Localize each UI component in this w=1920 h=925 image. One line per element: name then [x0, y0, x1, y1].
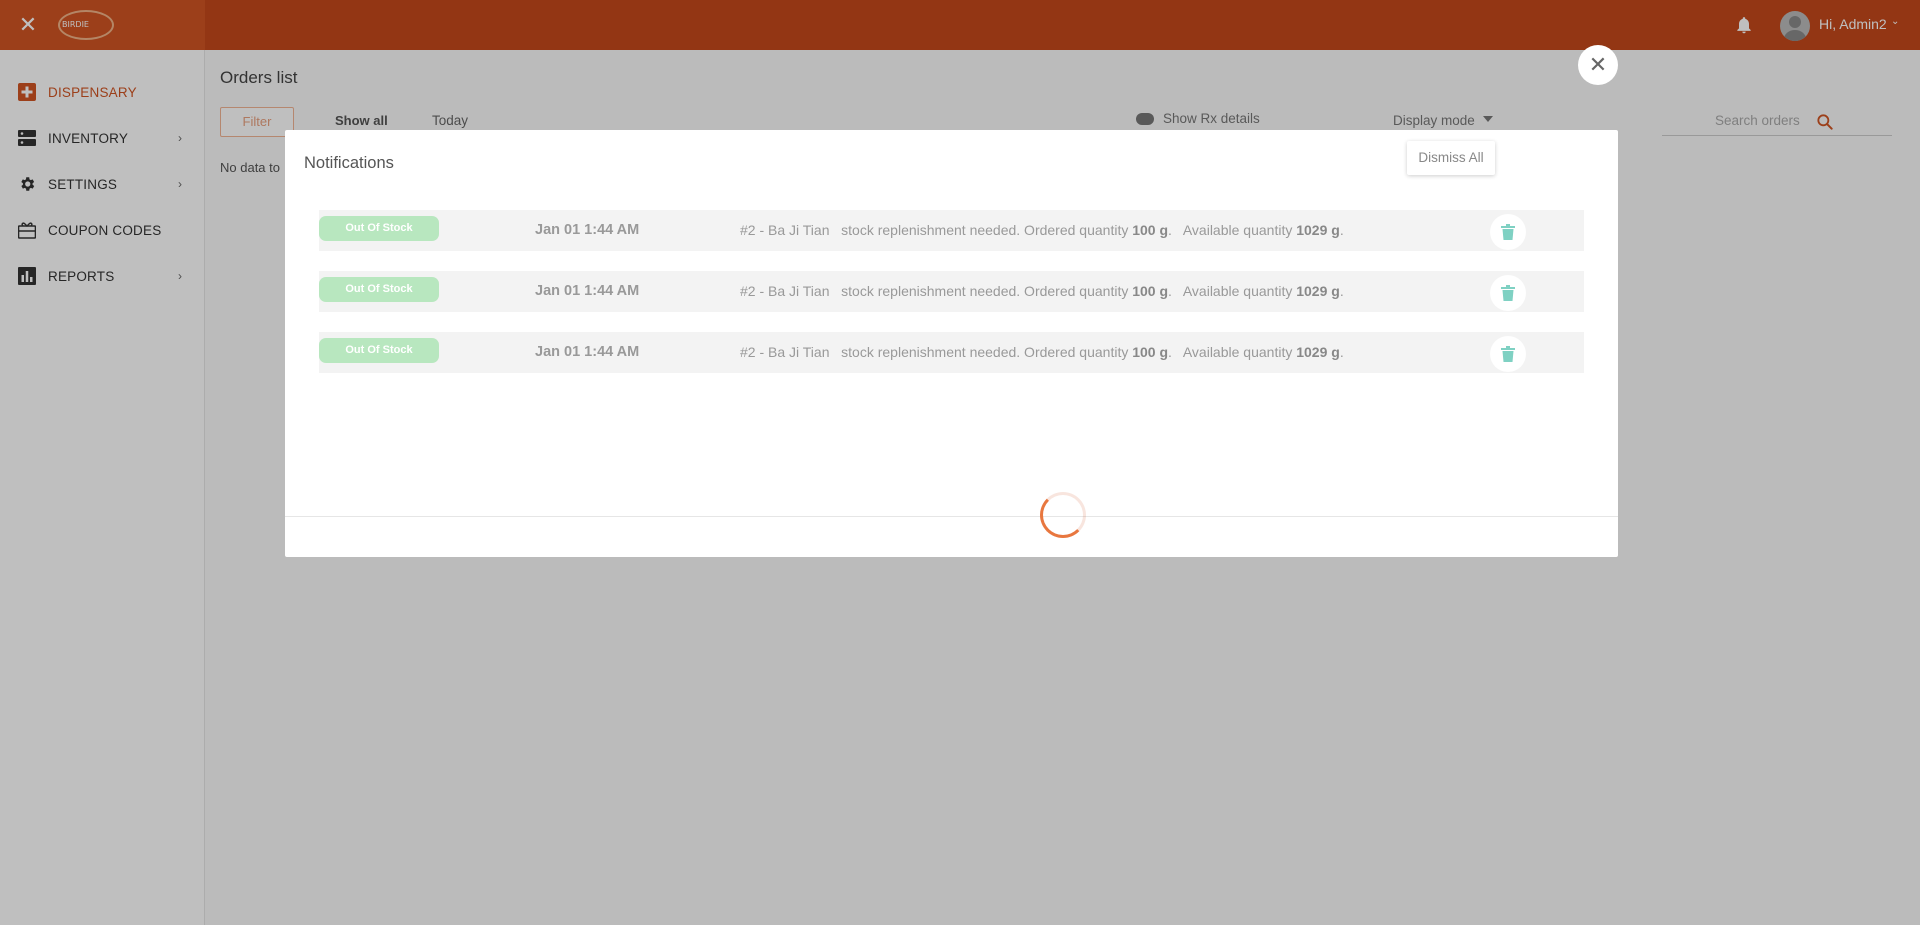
notification-ref: #2 - Ba Ji Tian — [740, 344, 830, 360]
available-quantity: 1029 g — [1296, 222, 1340, 238]
notification-text: Available quantity — [1182, 222, 1293, 238]
available-quantity: 1029 g — [1296, 344, 1340, 360]
notification-ref: #2 - Ba Ji Tian — [740, 222, 830, 238]
trash-icon — [1501, 346, 1515, 362]
status-badge: Out Of Stock — [319, 216, 439, 241]
notification-row: Out Of Stock Jan 01 1:44 AM #2 - Ba Ji T… — [319, 210, 1584, 251]
trash-icon — [1501, 224, 1515, 240]
trash-icon — [1501, 285, 1515, 301]
ordered-quantity: 100 g — [1132, 283, 1169, 299]
delete-notification-button[interactable] — [1490, 214, 1526, 250]
notifications-modal: Notifications Dismiss All Out Of Stock J… — [285, 130, 1618, 557]
notification-text: Available quantity — [1182, 344, 1293, 360]
notification-text: stock replenishment needed. Ordered quan… — [841, 283, 1129, 299]
modal-footer-divider — [285, 516, 1618, 517]
notification-message: #2 - Ba Ji Tian stock replenishment need… — [740, 344, 1344, 360]
delete-notification-button[interactable] — [1490, 336, 1526, 372]
notification-time: Jan 01 1:44 AM — [535, 222, 640, 238]
dismiss-all-button[interactable]: Dismiss All — [1407, 141, 1495, 175]
notification-row: Out Of Stock Jan 01 1:44 AM #2 - Ba Ji T… — [319, 271, 1584, 312]
ordered-quantity: 100 g — [1132, 344, 1169, 360]
close-icon[interactable]: ✕ — [1578, 45, 1618, 85]
notification-time: Jan 01 1:44 AM — [535, 283, 640, 299]
delete-notification-button[interactable] — [1490, 275, 1526, 311]
notification-time: Jan 01 1:44 AM — [535, 344, 640, 360]
loading-spinner — [1040, 492, 1086, 538]
status-badge: Out Of Stock — [319, 277, 439, 302]
notification-text: stock replenishment needed. Ordered quan… — [841, 222, 1129, 238]
modal-title: Notifications — [304, 154, 394, 172]
available-quantity: 1029 g — [1296, 283, 1340, 299]
notification-row: Out Of Stock Jan 01 1:44 AM #2 - Ba Ji T… — [319, 332, 1584, 373]
ordered-quantity: 100 g — [1132, 222, 1169, 238]
status-badge: Out Of Stock — [319, 338, 439, 363]
notification-message: #2 - Ba Ji Tian stock replenishment need… — [740, 222, 1344, 238]
notification-text: Available quantity — [1182, 283, 1293, 299]
notification-text: stock replenishment needed. Ordered quan… — [841, 344, 1129, 360]
notification-ref: #2 - Ba Ji Tian — [740, 283, 830, 299]
notification-message: #2 - Ba Ji Tian stock replenishment need… — [740, 283, 1344, 299]
